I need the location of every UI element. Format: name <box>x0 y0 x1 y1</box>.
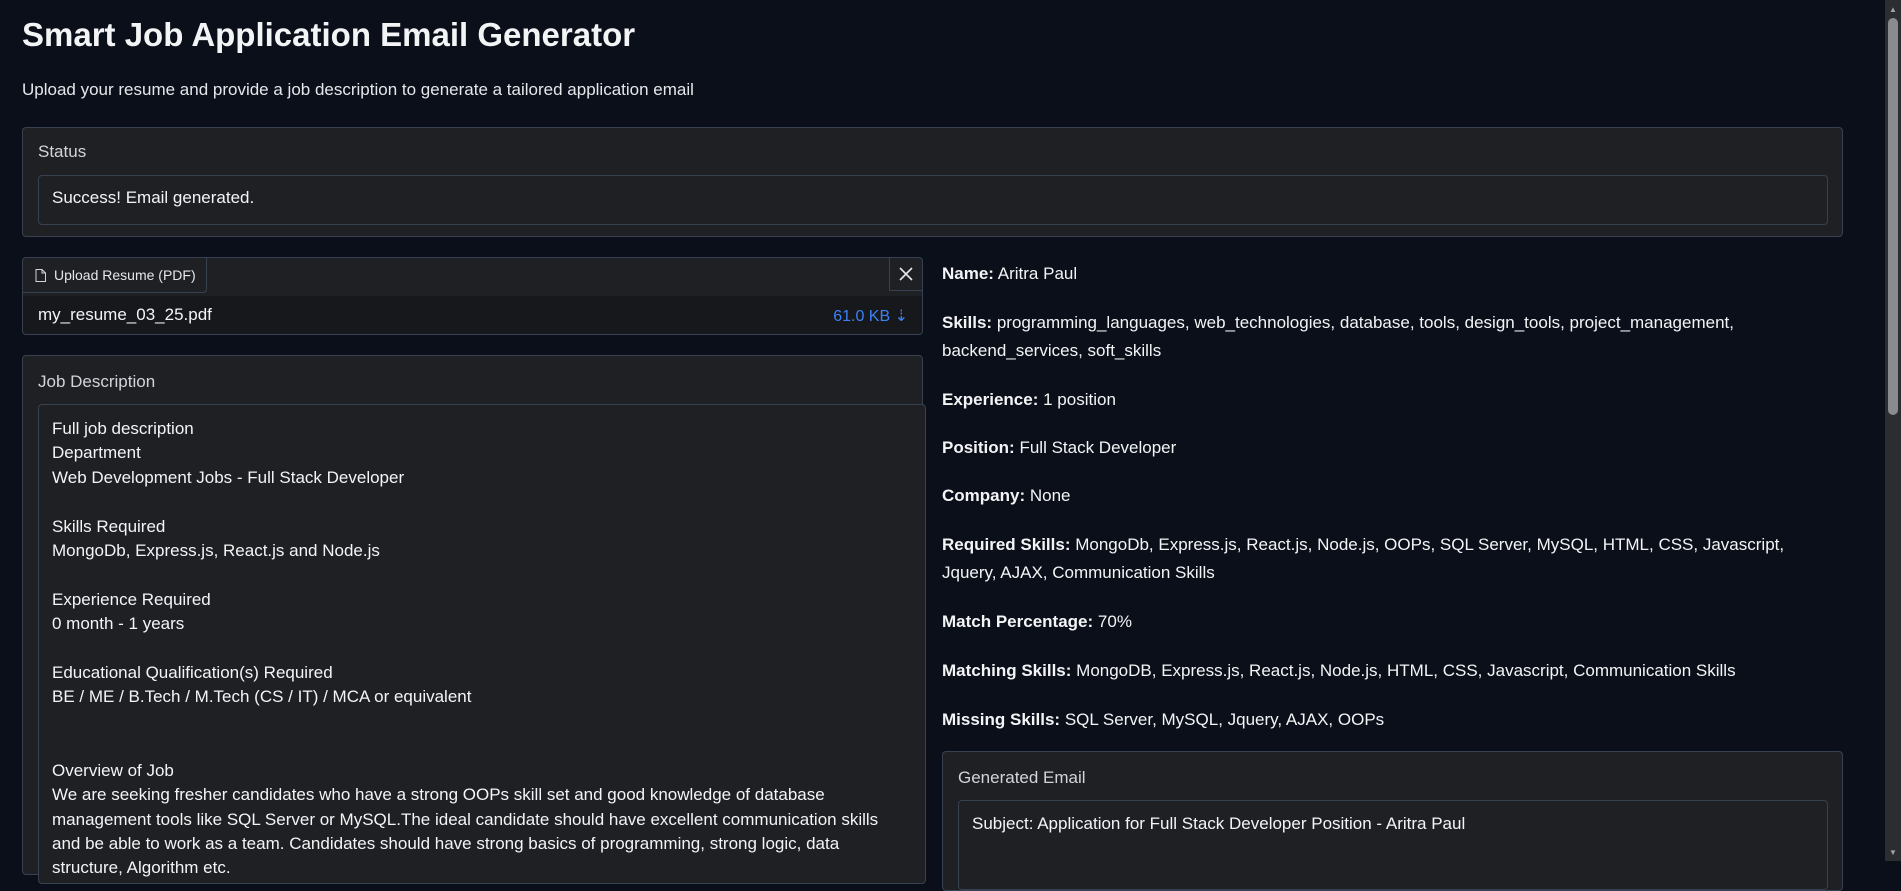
skills-value: programming_languages, web_technologies,… <box>942 313 1734 360</box>
matching-skills-row: Matching Skills: MongoDB, Express.js, Re… <box>942 661 1736 680</box>
clear-file-button[interactable] <box>889 258 922 291</box>
company-value: None <box>1029 486 1071 505</box>
job-description-panel: Job Description Full job description Dep… <box>22 355 926 884</box>
name-row: Name: Aritra Paul <box>942 264 1078 283</box>
status-text: Success! Email generated. <box>52 188 255 207</box>
position-value: Full Stack Developer <box>1019 438 1177 457</box>
job-description-label: Job Description <box>38 372 156 391</box>
status-label: Status <box>38 142 87 161</box>
scroll-up-icon[interactable]: ▲ <box>1885 2 1901 16</box>
missing-skills-row: Missing Skills: SQL Server, MySQL, Jquer… <box>942 710 1385 729</box>
company-row: Company: None <box>942 486 1071 505</box>
generated-email-panel: Generated Email Subject: Application for… <box>942 751 1843 891</box>
file-icon <box>35 268 46 282</box>
upload-label: Upload Resume (PDF) <box>54 267 196 283</box>
experience-value: 1 position <box>1043 390 1116 409</box>
page-subtitle: Upload your resume and provide a job des… <box>22 80 694 99</box>
required-skills-row: Required Skills: MongoDb, Express.js, Re… <box>942 535 1785 582</box>
missing-skills-value: SQL Server, MySQL, Jquery, AJAX, OOPs <box>1064 710 1385 729</box>
job-description-text: Full job description Department Web Deve… <box>52 419 879 878</box>
generated-email-text: Subject: Application for Full Stack Deve… <box>972 814 1466 833</box>
scroll-down-icon[interactable]: ▼ <box>1885 845 1901 859</box>
generated-email-label: Generated Email <box>958 768 1086 787</box>
resume-upload[interactable]: Upload Resume (PDF) my_resume_03_25.pdf … <box>22 257 923 335</box>
app-container: Smart Job Application Email Generator Up… <box>22 0 1843 891</box>
close-icon <box>899 267 913 281</box>
page-scrollbar[interactable]: ▲ ▼ <box>1885 0 1901 861</box>
match-percentage-row: Match Percentage: 70% <box>942 612 1132 631</box>
generated-email-textarea[interactable]: Subject: Application for Full Stack Deve… <box>958 800 1828 890</box>
file-download-link[interactable]: 61.0 KB ⇣ <box>833 306 908 326</box>
page-title: Smart Job Application Email Generator <box>22 16 636 53</box>
experience-row: Experience: 1 position <box>942 390 1116 409</box>
position-row: Position: Full Stack Developer <box>942 438 1177 457</box>
status-output[interactable]: Success! Email generated. <box>38 175 1828 225</box>
name-value: Aritra Paul <box>997 264 1078 283</box>
skills-row: Skills: programming_languages, web_techn… <box>942 313 1734 360</box>
matching-skills-value: MongoDB, Express.js, React.js, Node.js, … <box>1076 661 1736 680</box>
uploaded-file-name: my_resume_03_25.pdf <box>38 305 212 324</box>
upload-tab: Upload Resume (PDF) <box>23 258 207 293</box>
analysis-results: Name: Aritra Paul Skills: programming_la… <box>942 260 1822 734</box>
uploaded-file-row: my_resume_03_25.pdf 61.0 KB ⇣ <box>23 296 922 334</box>
status-panel: Status Success! Email generated. <box>22 127 1843 237</box>
scrollbar-thumb[interactable] <box>1888 18 1898 415</box>
match-percentage-value: 70% <box>1097 612 1132 631</box>
job-description-textarea[interactable]: Full job description Department Web Deve… <box>38 404 926 884</box>
